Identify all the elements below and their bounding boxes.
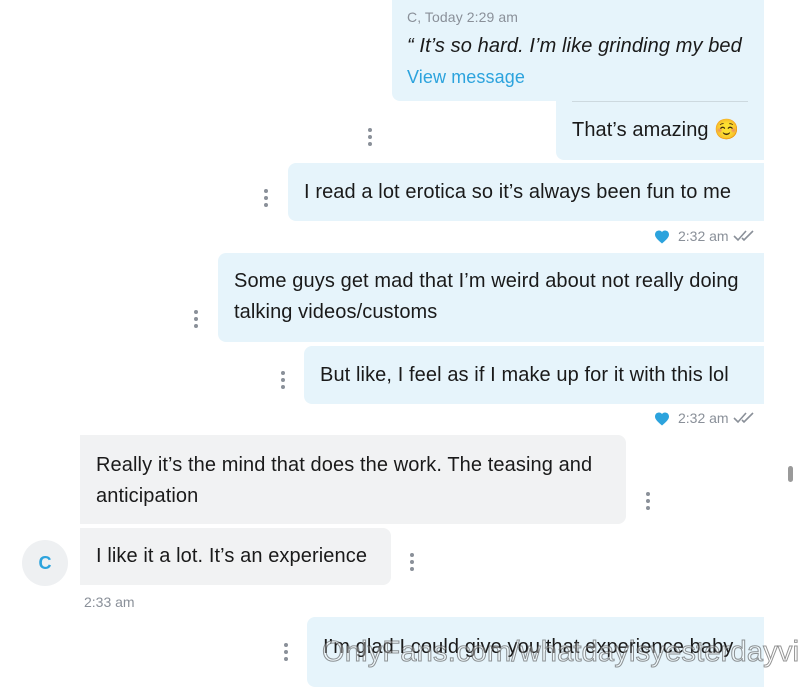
message-meta: 2:32 am — [654, 227, 759, 245]
message-text: I read a lot erotica so it’s always been… — [304, 181, 732, 203]
message-time: 2:33 am — [84, 594, 135, 610]
quoted-message-bubble[interactable]: C, Today 2:29 am “ It’s so hard. I’m lik… — [392, 0, 764, 101]
message-time: 2:32 am — [678, 410, 729, 426]
heart-icon[interactable] — [654, 411, 670, 426]
avatar[interactable]: C — [22, 540, 68, 586]
message-bubble-outgoing[interactable]: I read a lot erotica so it’s always been… — [288, 163, 764, 221]
read-receipt-icon — [733, 230, 754, 242]
message-text: That’s amazing ☺️ — [572, 119, 740, 141]
message-text: Really it’s the mind that does the work.… — [96, 454, 593, 507]
message-options-button[interactable] — [367, 128, 373, 146]
heart-icon[interactable] — [654, 229, 670, 244]
message-options-button[interactable] — [280, 371, 286, 389]
message-text: I like it a lot. It’s an experience — [96, 545, 368, 567]
quote-divider — [572, 101, 748, 102]
watermark-text: OnlyFans.com/whatdayisyesterdayvip — [322, 636, 800, 669]
quoted-message-text: “ It’s so hard. I’m like grinding my bed — [407, 35, 742, 57]
quoted-message-header: C, Today 2:29 am — [407, 9, 519, 25]
message-options-button[interactable] — [409, 553, 415, 571]
view-message-link[interactable]: View message — [407, 64, 525, 90]
message-text: But like, I feel as if I make up for it … — [320, 364, 729, 386]
message-bubble-incoming[interactable]: I like it a lot. It’s an experience — [80, 528, 391, 585]
message-meta: 2:32 am — [654, 409, 759, 427]
read-receipt-icon — [733, 412, 754, 424]
message-options-button[interactable] — [645, 492, 651, 510]
message-text: Some guys get mad that I’m weird about n… — [234, 270, 739, 323]
message-bubble-outgoing[interactable]: That’s amazing ☺️ — [556, 101, 764, 160]
scrollbar[interactable] — [788, 466, 793, 482]
message-options-button[interactable] — [193, 310, 199, 328]
message-options-button[interactable] — [283, 643, 289, 661]
message-bubble-outgoing[interactable]: But like, I feel as if I make up for it … — [304, 346, 764, 404]
message-bubble-incoming[interactable]: Really it’s the mind that does the work.… — [80, 435, 626, 524]
message-bubble-outgoing[interactable]: Some guys get mad that I’m weird about n… — [218, 253, 764, 342]
message-time: 2:32 am — [678, 228, 729, 244]
message-options-button[interactable] — [263, 189, 269, 207]
